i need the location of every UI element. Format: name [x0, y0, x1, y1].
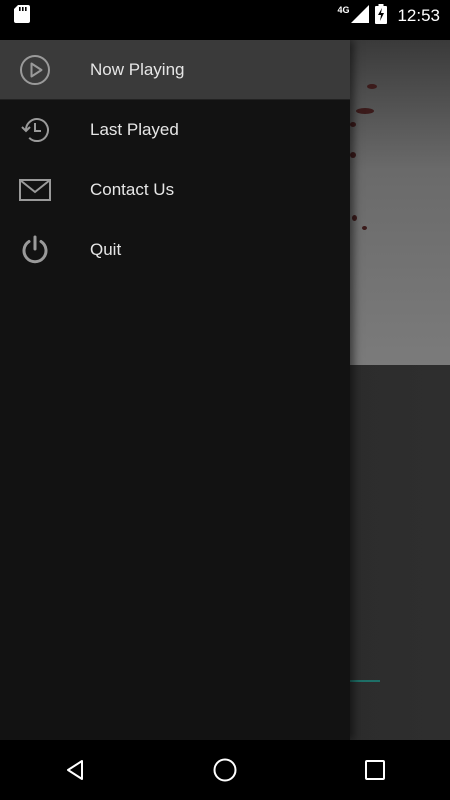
- menu-item-last-played[interactable]: Last Played: [0, 100, 350, 160]
- play-circle-icon: [18, 54, 52, 86]
- signal-icon: [351, 4, 370, 28]
- back-icon[interactable]: [50, 745, 100, 795]
- menu-label-quit: Quit: [90, 240, 122, 259]
- menu-item-quit[interactable]: Quit: [0, 220, 350, 280]
- envelope-icon: [18, 174, 52, 206]
- history-icon: [18, 114, 52, 146]
- network-type-label: 4G: [337, 5, 350, 15]
- menu-label-now-playing: Now Playing: [90, 60, 185, 79]
- power-icon: [18, 234, 52, 266]
- menu-item-contact-us[interactable]: Contact Us: [0, 160, 350, 220]
- menu-label-contact-us: Contact Us: [90, 180, 175, 199]
- battery-charging-icon: [375, 3, 388, 29]
- menu-label-last-played: Last Played: [90, 120, 179, 139]
- progress-accent: [350, 680, 380, 682]
- menu-item-now-playing[interactable]: Now Playing: [0, 40, 350, 100]
- status-time: 12:53: [397, 6, 440, 25]
- home-icon[interactable]: [200, 745, 250, 795]
- status-bar: 4G 12:53: [0, 0, 450, 32]
- navigation-drawer: Now Playing Last Played Contact Us Quit: [0, 40, 350, 740]
- system-navigation-bar: [0, 740, 450, 800]
- recents-icon[interactable]: [350, 745, 400, 795]
- sd-card-icon: [14, 4, 30, 28]
